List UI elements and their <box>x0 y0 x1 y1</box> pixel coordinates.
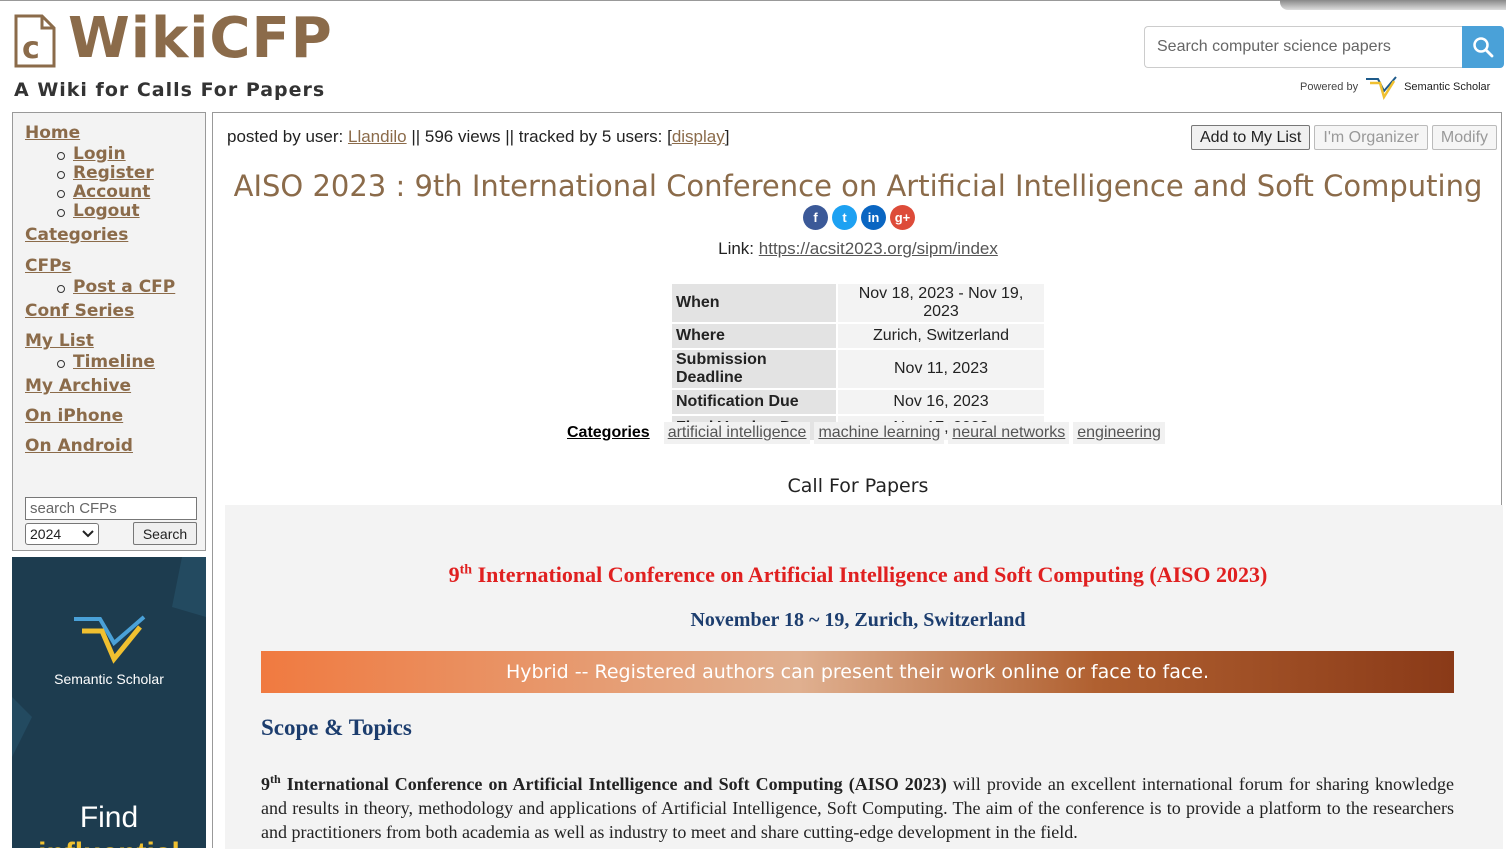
semantic-scholar-icon <box>74 615 146 664</box>
year-select[interactable]: 2024 <box>25 523 99 545</box>
nav-post-cfp[interactable]: Post a CFP <box>73 278 201 297</box>
info-value: Nov 16, 2023 <box>838 390 1044 414</box>
category-tags: Categories artificial intelligence machi… <box>563 422 1165 444</box>
search-button[interactable] <box>1462 26 1504 68</box>
cfp-heading-rest: International Conference on Artificial I… <box>472 562 1268 587</box>
nav-account[interactable]: Account <box>73 183 201 202</box>
cfp-dates: November 18 ~ 19, Zurich, Switzerland <box>690 609 1026 631</box>
semantic-scholar-name: Semantic Scholar <box>1404 81 1491 93</box>
category-link-nn[interactable]: neural networks <box>952 424 1065 441</box>
ad-brand: Semantic Scholar <box>54 671 164 687</box>
add-to-my-list-button[interactable]: Add to My List <box>1191 125 1311 150</box>
svg-text:c: c <box>22 31 40 66</box>
para-bold-rest: International Conference on Artificial I… <box>280 774 947 794</box>
nav-login[interactable]: Login <box>73 145 201 164</box>
year-select-value: 2024 <box>30 526 62 542</box>
info-key: Notification Due <box>672 390 836 414</box>
event-actions: Add to My List I'm Organizer Modify <box>1191 125 1498 150</box>
google-plus-icon[interactable]: g+ <box>890 205 915 230</box>
window-shadow <box>1280 0 1506 10</box>
table-row: When Nov 18, 2023 - Nov 19, 2023 <box>672 284 1044 322</box>
event-title: AISO 2023 : 9th International Conference… <box>233 169 1483 203</box>
powered-by-label: Powered by <box>1300 81 1359 93</box>
linkedin-icon[interactable]: in <box>861 205 886 230</box>
nav-register[interactable]: Register <box>73 164 201 183</box>
nav-home[interactable]: Home <box>25 123 201 143</box>
posted-by: posted by user: Llandilo || 596 views ||… <box>227 127 729 147</box>
para-sup: th <box>270 772 281 786</box>
event-link[interactable]: https://acsit2023.org/sipm/index <box>759 239 998 258</box>
semantic-scholar-icon <box>1366 76 1397 101</box>
poster-user-link[interactable]: Llandilo <box>348 127 407 146</box>
cfp-heading-num: 9 <box>448 562 460 587</box>
sidebar-nav: Home Login Register Account Logout Categ… <box>25 123 201 456</box>
info-key: When <box>672 284 836 322</box>
nav-timeline[interactable]: Timeline <box>73 353 201 372</box>
paper-search-input[interactable] <box>1144 26 1462 68</box>
cfp-links: Post a CFP <box>25 278 201 297</box>
event-info-table: When Nov 18, 2023 - Nov 19, 2023 Where Zur… <box>670 282 1046 442</box>
cfp-body: 9th International Conference on Artifici… <box>225 505 1503 849</box>
im-organizer-button[interactable]: I'm Organizer <box>1314 125 1428 150</box>
nav-my-list[interactable]: My List <box>25 331 201 351</box>
category-link-eng[interactable]: engineering <box>1077 424 1161 441</box>
ad-headline: Find <box>79 801 139 834</box>
para-num: 9 <box>261 774 270 794</box>
ad-headline-2: influential <box>12 837 206 848</box>
nav-my-archive[interactable]: My Archive <box>25 376 201 396</box>
info-value: Nov 11, 2023 <box>838 350 1044 388</box>
scope-heading: Scope & Topics <box>261 715 412 740</box>
site-logo-text[interactable]: WikiCFP <box>68 4 333 74</box>
info-value: Nov 18, 2023 - Nov 19, 2023 <box>838 284 1044 322</box>
cfp-heading-sup: th <box>459 562 473 578</box>
account-links: Login Register Account Logout <box>25 145 201 221</box>
semantic-scholar-ad[interactable]: Semantic Scholar Find influential <box>12 557 206 848</box>
my-list-links: Timeline <box>25 353 201 372</box>
dropdown-arrow-icon <box>82 530 94 538</box>
para-bold: 9th International Conference on Artifici… <box>261 772 947 794</box>
view-stats: || 596 views || tracked by 5 users: [ <box>411 127 672 146</box>
modify-button[interactable]: Modify <box>1431 125 1498 150</box>
category-tag: engineering <box>1073 422 1165 444</box>
facebook-icon[interactable]: f <box>803 205 828 230</box>
info-key: Where <box>672 324 836 348</box>
table-row: Where Zurich, Switzerland <box>672 324 1044 348</box>
social-share: f t in g+ <box>803 205 915 230</box>
sidebar: Home Login Register Account Logout Categ… <box>12 112 206 551</box>
cfp-search-input[interactable] <box>25 497 197 520</box>
category-link-ml[interactable]: machine learning <box>818 424 940 441</box>
category-tag: machine learning <box>814 422 945 444</box>
cfp-heading: 9th International Conference on Artifici… <box>225 562 1491 588</box>
info-value: Zurich, Switzerland <box>838 324 1044 348</box>
info-key: Submission Deadline <box>672 350 836 388</box>
scope-paragraph: 9th International Conference on Artifici… <box>261 767 1454 844</box>
category-tag: artificial intelligence <box>663 422 811 444</box>
display-trackers-link[interactable]: display <box>672 127 725 146</box>
category-link-ai[interactable]: artificial intelligence <box>668 424 807 441</box>
twitter-icon[interactable]: t <box>832 205 857 230</box>
search-icon <box>1473 37 1494 58</box>
table-row: Notification Due Nov 16, 2023 <box>672 390 1044 414</box>
nav-on-iphone[interactable]: On iPhone <box>25 406 201 426</box>
hybrid-banner: Hybrid -- Registered authors can present… <box>261 651 1454 693</box>
category-tag: neural networks <box>948 422 1070 444</box>
powered-by[interactable]: Powered by Semantic Scholar <box>1300 72 1506 102</box>
cfp-search-button[interactable]: Search <box>133 522 197 545</box>
nav-conf-series[interactable]: Conf Series <box>25 301 201 321</box>
event-link-row: Link: https://acsit2023.org/sipm/index <box>213 239 1503 259</box>
nav-on-android[interactable]: On Android <box>25 436 201 456</box>
nav-cfps[interactable]: CFPs <box>25 256 201 276</box>
main-content: posted by user: Llandilo || 596 views ||… <box>212 112 1503 849</box>
categories-label[interactable]: Categories <box>563 422 660 444</box>
nav-logout[interactable]: Logout <box>73 202 201 221</box>
link-label: Link: <box>718 239 755 258</box>
nav-categories[interactable]: Categories <box>25 225 201 245</box>
site-tagline: A Wiki for Calls For Papers <box>14 79 326 101</box>
wikicfp-logo-icon[interactable]: c <box>12 12 58 70</box>
display-close: ] <box>724 127 730 146</box>
posted-prefix: posted by user: <box>227 127 344 146</box>
cfp-section-label: Call For Papers <box>787 475 929 497</box>
table-row: Submission Deadline Nov 11, 2023 <box>672 350 1044 388</box>
